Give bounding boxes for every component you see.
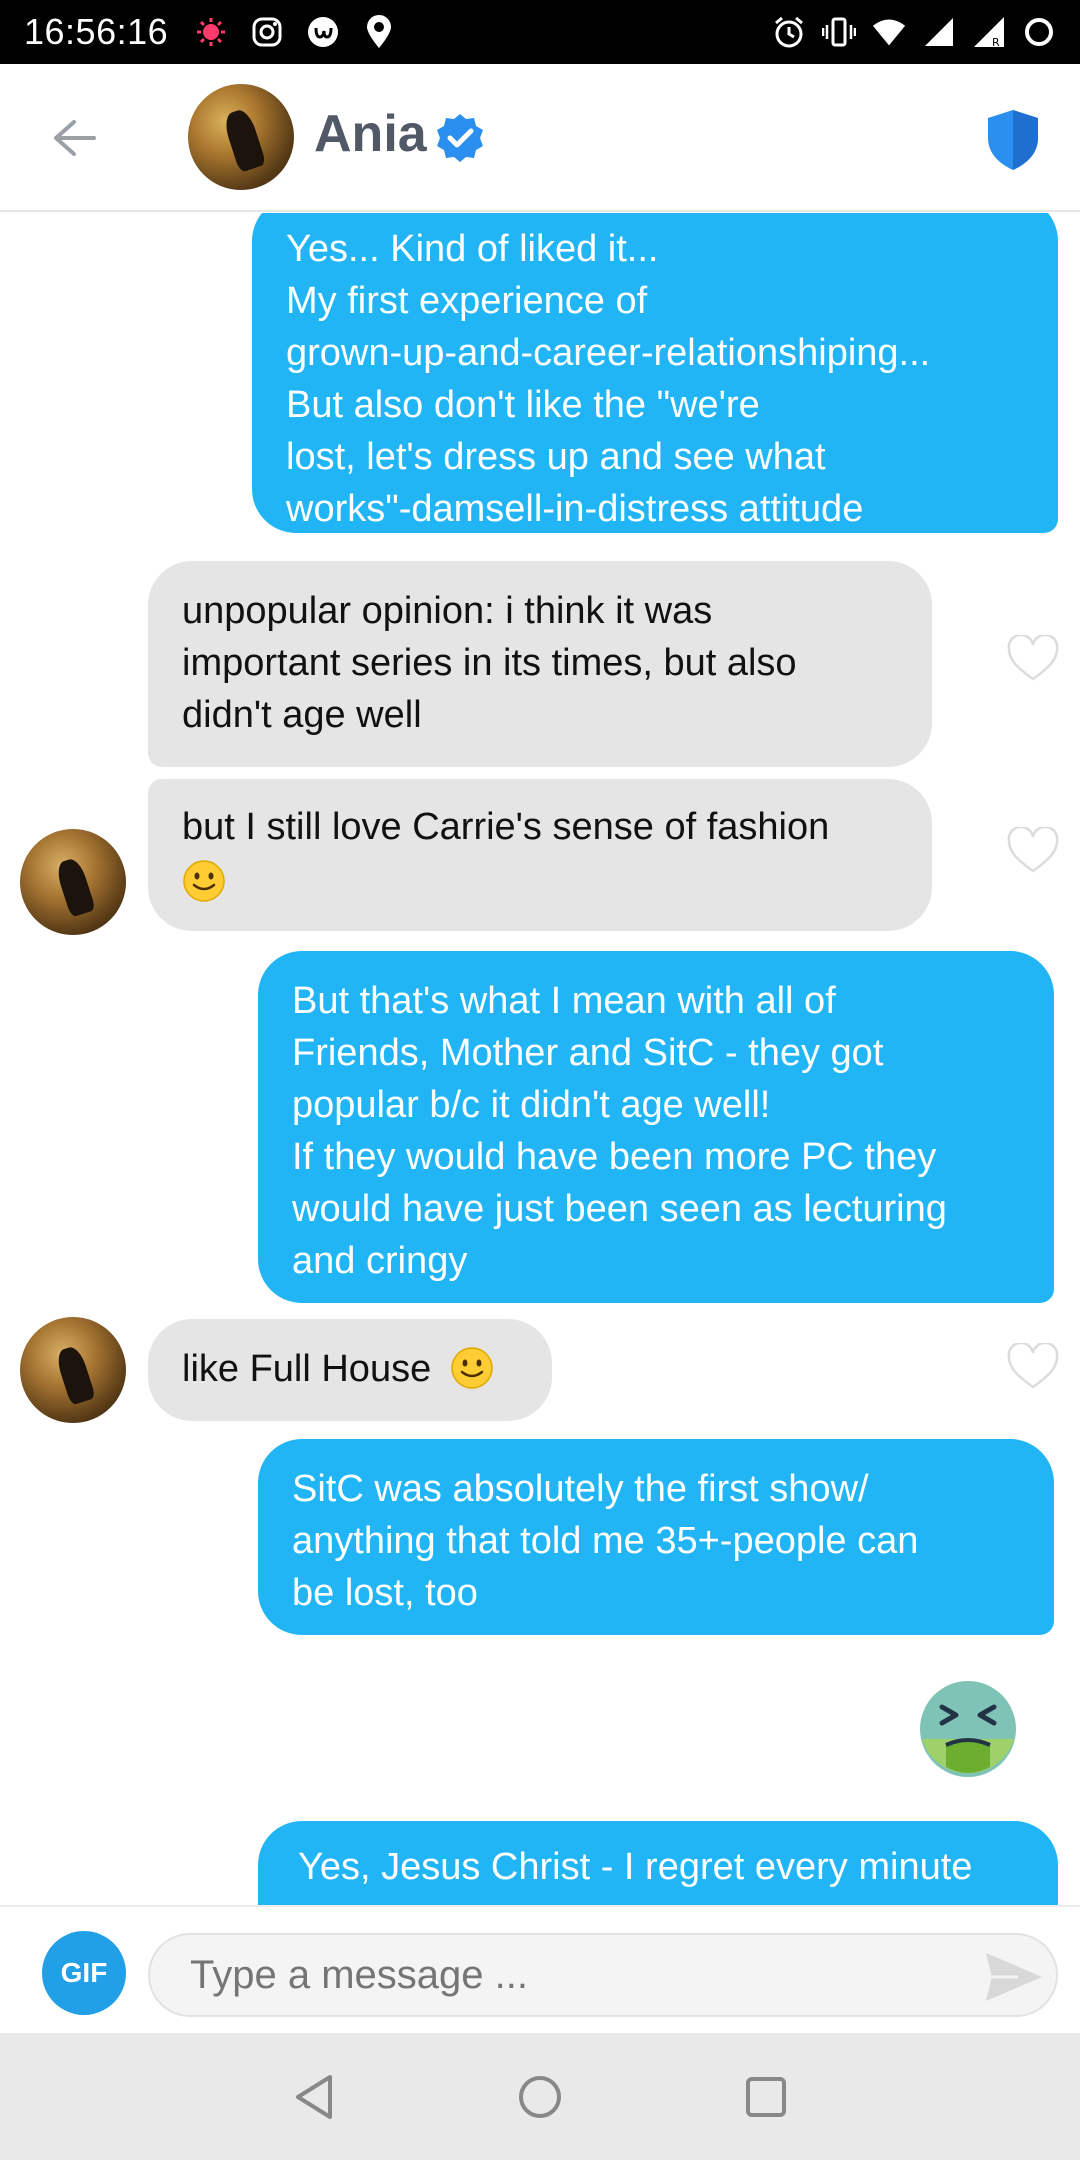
- gif-button[interactable]: GIF: [42, 1931, 126, 2015]
- screen-record-icon: [194, 15, 228, 49]
- contact-avatar-small[interactable]: [20, 829, 126, 935]
- message-line: would have just been seen as lecturing: [292, 1188, 947, 1230]
- signal-icon: [922, 15, 956, 49]
- message-bubble-outgoing[interactable]: Yes... Kind of liked it... My first expe…: [252, 213, 1058, 533]
- status-left-icons: [194, 15, 396, 49]
- message-line: didn't age well: [182, 694, 422, 736]
- message-bubble-incoming[interactable]: but I still love Carrie's sense of fashi…: [148, 779, 932, 931]
- message-line: and cringy: [292, 1240, 468, 1282]
- nav-back-triangle-icon: [296, 2074, 332, 2119]
- chat-header: Ania: [0, 64, 1080, 212]
- message-line: important series in its times, but also: [182, 642, 797, 684]
- message-line: like Full House: [182, 1348, 432, 1390]
- message-bubble-outgoing[interactable]: But that's what I mean with all of Frien…: [258, 951, 1054, 1303]
- status-time: 16:56:16: [24, 11, 169, 52]
- message-bubble-incoming[interactable]: like Full House: [148, 1319, 552, 1421]
- message-line: If they would have been more PC they: [292, 1136, 937, 1178]
- like-heart-icon[interactable]: [1006, 635, 1060, 683]
- nav-home-circle-icon: [519, 2075, 561, 2118]
- contact-name[interactable]: Ania: [314, 104, 427, 164]
- nav-recents-square-icon: [746, 2076, 786, 2117]
- alarm-icon: [772, 15, 806, 49]
- nav-back-button[interactable]: [286, 2069, 342, 2125]
- nav-recents-button[interactable]: [738, 2069, 794, 2125]
- message-line: lost, let's dress up and see what: [286, 436, 826, 478]
- contact-avatar-small[interactable]: [20, 1317, 126, 1423]
- chat-thread[interactable]: Yes... Kind of liked it... My first expe…: [0, 213, 1080, 1905]
- back-button[interactable]: [44, 108, 104, 168]
- message-line: My first experience of: [286, 280, 648, 322]
- location-icon: [362, 15, 396, 49]
- vibrate-icon: [822, 15, 856, 49]
- message-line: anything that told me 35+-people can: [292, 1520, 919, 1562]
- contact-avatar[interactable]: [188, 84, 294, 190]
- slight-smile-emoji-icon: [183, 860, 225, 902]
- message-line: SitC was absolutely the first show/: [292, 1468, 869, 1510]
- message-line: But also don't like the "we're: [286, 384, 760, 426]
- message-line: popular b/c it didn't age well!: [292, 1084, 771, 1126]
- message-line: but I still love Carrie's sense of fashi…: [182, 806, 830, 848]
- send-icon[interactable]: [984, 1951, 1044, 2003]
- message-input[interactable]: [148, 1933, 1058, 2017]
- message-line: Yes, Jesus Christ - I regret every minut…: [298, 1846, 973, 1888]
- wifi-icon: [872, 15, 906, 49]
- message-line: be lost, too: [292, 1572, 478, 1614]
- nav-home-button[interactable]: [512, 2069, 568, 2125]
- like-heart-icon[interactable]: [1006, 827, 1060, 875]
- nauseated-face-emoji-icon[interactable]: [916, 1679, 1020, 1783]
- system-nav-bar: [0, 2033, 1080, 2160]
- message-bubble-incoming[interactable]: unpopular opinion: i think it was import…: [148, 561, 932, 767]
- message-line: But that's what I mean with all of: [292, 980, 836, 1022]
- app-notification-icon: [306, 15, 340, 49]
- slight-smile-emoji-icon: [451, 1347, 493, 1389]
- shield-icon[interactable]: [986, 108, 1040, 172]
- status-bar: 16:56:16 R: [0, 0, 1080, 64]
- like-heart-icon[interactable]: [1006, 1343, 1060, 1391]
- battery-icon: [1022, 15, 1056, 49]
- message-bubble-outgoing[interactable]: SitC was absolutely the first show/ anyt…: [258, 1439, 1054, 1635]
- message-line: grown-up-and-career-relationshiping...: [286, 332, 931, 374]
- message-line: Yes... Kind of liked it...: [286, 228, 659, 270]
- status-right-icons: R: [772, 15, 1056, 49]
- svg-text:R: R: [992, 36, 1000, 49]
- signal-roaming-icon: R: [972, 15, 1006, 49]
- message-line: unpopular opinion: i think it was: [182, 590, 713, 632]
- back-arrow-icon: [54, 120, 96, 156]
- verified-badge-icon: [437, 114, 483, 162]
- message-line: Friends, Mother and SitC - they got: [292, 1032, 884, 1074]
- message-line: works"-damsell-in-distress attitude: [286, 488, 864, 530]
- message-composer: GIF: [0, 1905, 1080, 2033]
- instagram-icon: [250, 15, 284, 49]
- message-bubble-outgoing[interactable]: Yes, Jesus Christ - I regret every minut…: [258, 1821, 1058, 1905]
